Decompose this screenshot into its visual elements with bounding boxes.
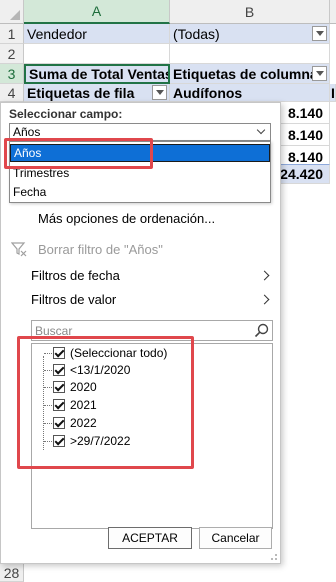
field-select-value: Años: [13, 125, 41, 139]
row-header-2[interactable]: 2: [0, 44, 24, 64]
dropdown-option[interactable]: Fecha: [13, 185, 46, 199]
cancel-button[interactable]: Cancelar: [199, 527, 272, 549]
page-filter-dropdown-button[interactable]: [312, 26, 327, 41]
column-header-c[interactable]: [330, 0, 336, 24]
highlight-box-checkbox-list: [17, 336, 194, 469]
row-filter-panel: Seleccionar campo: Años Años Trimestres …: [0, 102, 281, 564]
select-field-label: Seleccionar campo:: [9, 107, 123, 121]
resize-grip-icon[interactable]: [270, 553, 278, 561]
cell-c4[interactable]: I: [330, 84, 336, 102]
value-cell[interactable]: 8.140: [281, 102, 330, 124]
column-header-b[interactable]: B: [170, 0, 330, 24]
cell-b3[interactable]: Etiquetas de columna: [170, 64, 330, 84]
row-header-4[interactable]: 4: [0, 84, 24, 102]
highlight-box-selected-field: [4, 138, 153, 169]
row-header-28[interactable]: 28: [0, 564, 24, 582]
select-all-corner[interactable]: [0, 0, 24, 24]
value-cell[interactable]: 8.140: [281, 124, 330, 146]
row-header-1[interactable]: 1: [0, 24, 24, 44]
cell-b1[interactable]: (Todas): [170, 24, 330, 44]
cell-a4[interactable]: Etiquetas de fila: [24, 84, 170, 102]
cell-a1[interactable]: Vendedor: [24, 24, 170, 44]
chevron-down-icon: [256, 125, 266, 135]
cell-b2[interactable]: [170, 44, 330, 64]
more-sort-options-item[interactable]: Más opciones de ordenación...: [38, 211, 215, 226]
chevron-right-icon: [259, 294, 270, 305]
ok-button[interactable]: ACEPTAR: [108, 527, 192, 549]
clear-filter-icon: [10, 241, 27, 257]
row-header-3[interactable]: 3: [0, 64, 24, 84]
row-labels-dropdown-button[interactable]: [152, 85, 167, 100]
cell-a3-active[interactable]: Suma de Total Ventas: [24, 64, 170, 84]
grand-total-cell[interactable]: 24.420: [281, 164, 330, 184]
cell-a2[interactable]: [24, 44, 170, 64]
search-icon: [254, 323, 269, 338]
cell-b4[interactable]: Audífonos: [170, 84, 330, 102]
chevron-right-icon: [259, 270, 270, 281]
clear-filter-item[interactable]: Borrar filtro de "Años": [38, 242, 163, 257]
column-labels-dropdown-button[interactable]: [312, 66, 327, 81]
column-header-a[interactable]: A: [24, 0, 170, 24]
value-filters-item[interactable]: Filtros de valor: [31, 292, 116, 307]
date-filters-item[interactable]: Filtros de fecha: [31, 268, 120, 283]
